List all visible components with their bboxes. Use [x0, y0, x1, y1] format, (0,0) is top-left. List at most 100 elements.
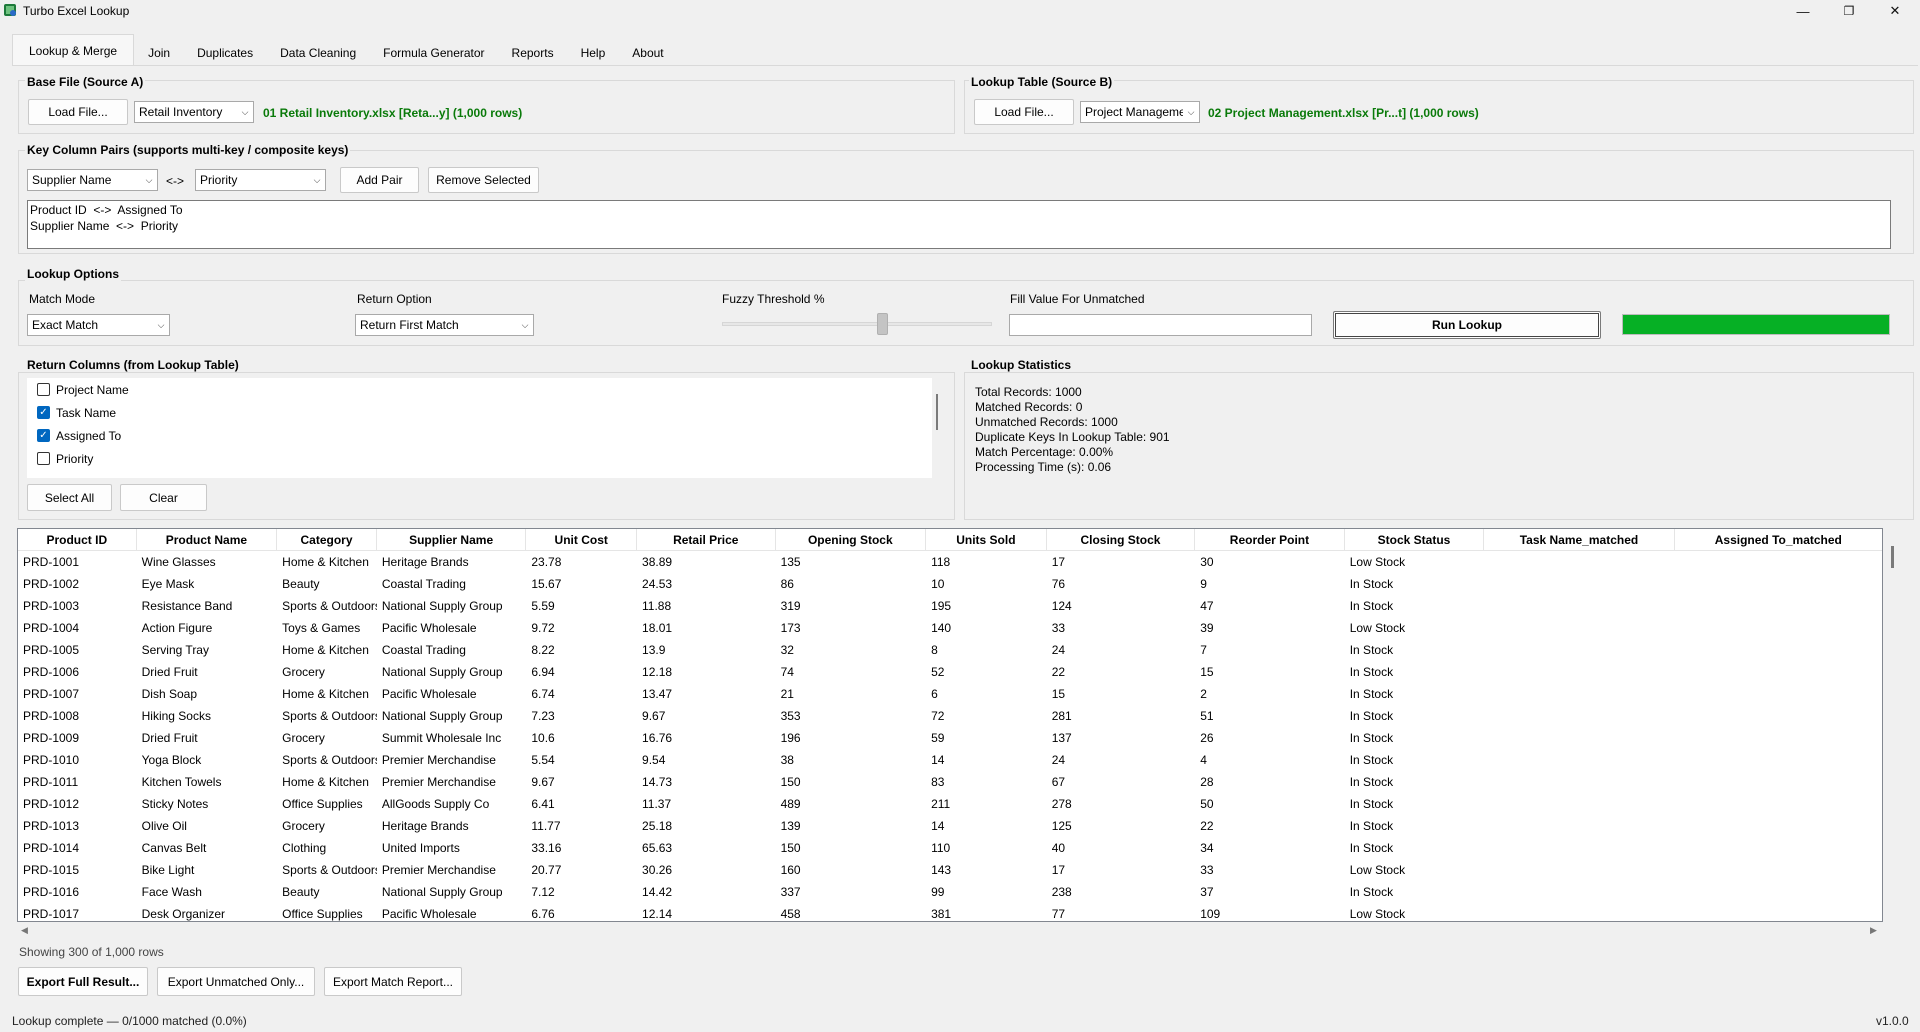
table-vscroll-thumb[interactable]: [1891, 546, 1894, 568]
checkbox-task-name[interactable]: ✓: [37, 406, 50, 419]
tab-reports[interactable]: Reports: [499, 38, 567, 66]
table-row[interactable]: PRD-1013 Olive Oil Grocery Heritage Brands 1…: [18, 815, 1882, 837]
tab-formula-generator[interactable]: Formula Generator: [370, 38, 497, 66]
column-header[interactable]: Product ID: [18, 529, 137, 550]
table-cell: Grocery: [282, 665, 325, 679]
table-cell: 140: [931, 621, 952, 635]
table-row[interactable]: PRD-1014 Canvas Belt Clothing United Import…: [18, 837, 1882, 859]
tab-duplicates[interactable]: Duplicates: [184, 38, 266, 66]
column-header[interactable]: Category: [277, 529, 377, 550]
table-cell: PRD-1014: [23, 841, 80, 855]
table-cell: Grocery: [282, 731, 325, 745]
table-row[interactable]: PRD-1016 Face Wash Beauty National Supply G…: [18, 881, 1882, 903]
table-row[interactable]: PRD-1003 Resistance Band Sports & Outdoors…: [18, 595, 1882, 617]
table-cell: 110: [931, 841, 951, 855]
base-key-column-select[interactable]: Supplier Name ⌵: [27, 169, 158, 191]
tab-data-cleaning[interactable]: Data Cleaning: [267, 38, 369, 66]
export-unmatched-button[interactable]: Export Unmatched Only...: [157, 967, 315, 996]
table-cell: 14: [931, 753, 945, 767]
column-header[interactable]: Reorder Point: [1195, 529, 1345, 550]
table-row[interactable]: PRD-1006 Dried Fruit Grocery National Suppl…: [18, 661, 1882, 683]
lookup-sheet-select[interactable]: Project Management ⌵: [1080, 101, 1200, 123]
add-pair-button[interactable]: Add Pair: [340, 167, 419, 193]
minimize-button[interactable]: —: [1780, 0, 1826, 22]
table-cell: PRD-1004: [23, 621, 80, 635]
clear-button[interactable]: Clear: [120, 484, 207, 511]
scroll-left-icon[interactable]: ◀: [21, 925, 28, 936]
close-button[interactable]: ✕: [1872, 0, 1918, 22]
column-header[interactable]: Unit Cost: [526, 529, 638, 550]
table-row[interactable]: PRD-1017 Desk Organizer Office Supplies Pac…: [18, 903, 1882, 921]
list-item[interactable]: ✓ Task Name: [27, 401, 932, 424]
checkbox-assigned-to[interactable]: ✓: [37, 429, 50, 442]
column-header[interactable]: Task Name_matched: [1484, 529, 1675, 550]
load-base-file-button[interactable]: Load File...: [28, 99, 128, 125]
select-all-button[interactable]: Select All: [27, 484, 112, 511]
fill-value-input[interactable]: [1009, 314, 1312, 336]
table-row[interactable]: PRD-1002 Eye Mask Beauty Coastal Trading 15.…: [18, 573, 1882, 595]
lookup-key-column-select[interactable]: Priority ⌵: [195, 169, 326, 191]
remove-selected-button[interactable]: Remove Selected: [428, 167, 539, 193]
table-cell: 12.14: [642, 907, 673, 921]
base-sheet-select[interactable]: Retail Inventory ⌵: [134, 101, 254, 123]
list-item[interactable]: Product ID <-> Assigned To: [30, 202, 1888, 218]
table-cell: 83: [931, 775, 945, 789]
tab-strip: Lookup & Merge Join Duplicates Data Clea…: [12, 34, 678, 66]
table-cell: [1484, 639, 1674, 661]
tab-lookup-merge[interactable]: Lookup & Merge: [12, 34, 135, 66]
table-row[interactable]: PRD-1007 Dish Soap Home & Kitchen Pacific W…: [18, 683, 1882, 705]
table-cell: Summit Wholesale Inc: [381, 731, 502, 745]
column-header[interactable]: Supplier Name: [377, 529, 527, 550]
table-row[interactable]: PRD-1015 Bike Light Sports & Outdoors Premi…: [18, 859, 1882, 881]
tab-help[interactable]: Help: [568, 38, 619, 66]
key-pairs-list[interactable]: Product ID <-> Assigned To Supplier Name…: [27, 200, 1891, 249]
tab-join[interactable]: Join: [135, 38, 183, 66]
list-item[interactable]: Priority: [27, 447, 932, 470]
list-item[interactable]: Project Name: [27, 378, 932, 401]
table-row[interactable]: PRD-1001 Wine Glasses Home & Kitchen Herita…: [18, 551, 1882, 573]
table-row[interactable]: PRD-1011 Kitchen Towels Home & Kitchen Prem…: [18, 771, 1882, 793]
tab-about[interactable]: About: [619, 38, 676, 66]
return-columns-list[interactable]: Project Name ✓ Task Name ✓ Assigned To P…: [27, 378, 932, 478]
list-item[interactable]: Supplier Name <-> Priority: [30, 218, 1888, 234]
export-full-result-button[interactable]: Export Full Result...: [18, 967, 148, 996]
scroll-right-icon[interactable]: ▶: [1870, 925, 1877, 936]
table-cell: Eye Mask: [141, 577, 195, 591]
table-cell: Canvas Belt: [141, 841, 207, 855]
table-row[interactable]: PRD-1005 Serving Tray Home & Kitchen Coasta…: [18, 639, 1882, 661]
table-cell: 458: [780, 907, 801, 921]
table-cell: National Supply Group: [381, 709, 503, 723]
match-mode-select[interactable]: Exact Match ⌵: [27, 314, 170, 336]
checkbox-priority[interactable]: [37, 452, 50, 465]
list-item[interactable]: ✓ Assigned To: [27, 424, 932, 447]
maximize-button[interactable]: ❐: [1826, 0, 1872, 22]
checkbox-project-name[interactable]: [37, 383, 50, 396]
fuzzy-threshold-slider-thumb[interactable]: [877, 313, 889, 335]
table-body: PRD-1001 Wine Glasses Home & Kitchen Herita…: [18, 551, 1882, 921]
table-row[interactable]: PRD-1010 Yoga Block Sports & Outdoors Premi…: [18, 749, 1882, 771]
run-lookup-button[interactable]: Run Lookup: [1333, 311, 1601, 339]
lookup-table-title: Lookup Table (Source B): [969, 75, 1115, 89]
table-cell: In Stock: [1349, 885, 1394, 899]
table-row[interactable]: PRD-1012 Sticky Notes Office Supplies AllGo…: [18, 793, 1882, 815]
list-scrollbar-thumb[interactable]: [936, 394, 938, 430]
table-cell: [1484, 749, 1674, 771]
table-cell: Sticky Notes: [141, 797, 209, 811]
table-row[interactable]: PRD-1004 Action Figure Toys & Games Pacific…: [18, 617, 1882, 639]
load-lookup-file-button[interactable]: Load File...: [974, 99, 1074, 125]
table-row[interactable]: PRD-1009 Dried Fruit Grocery Summit Wholesa…: [18, 727, 1882, 749]
column-header[interactable]: Closing Stock: [1047, 529, 1196, 550]
export-match-report-button[interactable]: Export Match Report...: [324, 967, 462, 996]
column-header[interactable]: Units Sold: [926, 529, 1047, 550]
results-table[interactable]: Product ID Product Name Category Supplie…: [17, 528, 1883, 922]
column-header[interactable]: Retail Price: [637, 529, 776, 550]
column-header[interactable]: Opening Stock: [776, 529, 927, 550]
table-cell: [1675, 727, 1882, 749]
column-header[interactable]: Product Name: [137, 529, 278, 550]
column-header[interactable]: Stock Status: [1345, 529, 1485, 550]
column-header[interactable]: Assigned To_matched: [1675, 529, 1882, 550]
table-cell: 196: [780, 731, 801, 745]
table-row[interactable]: PRD-1008 Hiking Socks Sports & Outdoors Nat…: [18, 705, 1882, 727]
return-option-select[interactable]: Return First Match ⌵: [355, 314, 534, 336]
fuzzy-threshold-track[interactable]: [722, 322, 992, 326]
